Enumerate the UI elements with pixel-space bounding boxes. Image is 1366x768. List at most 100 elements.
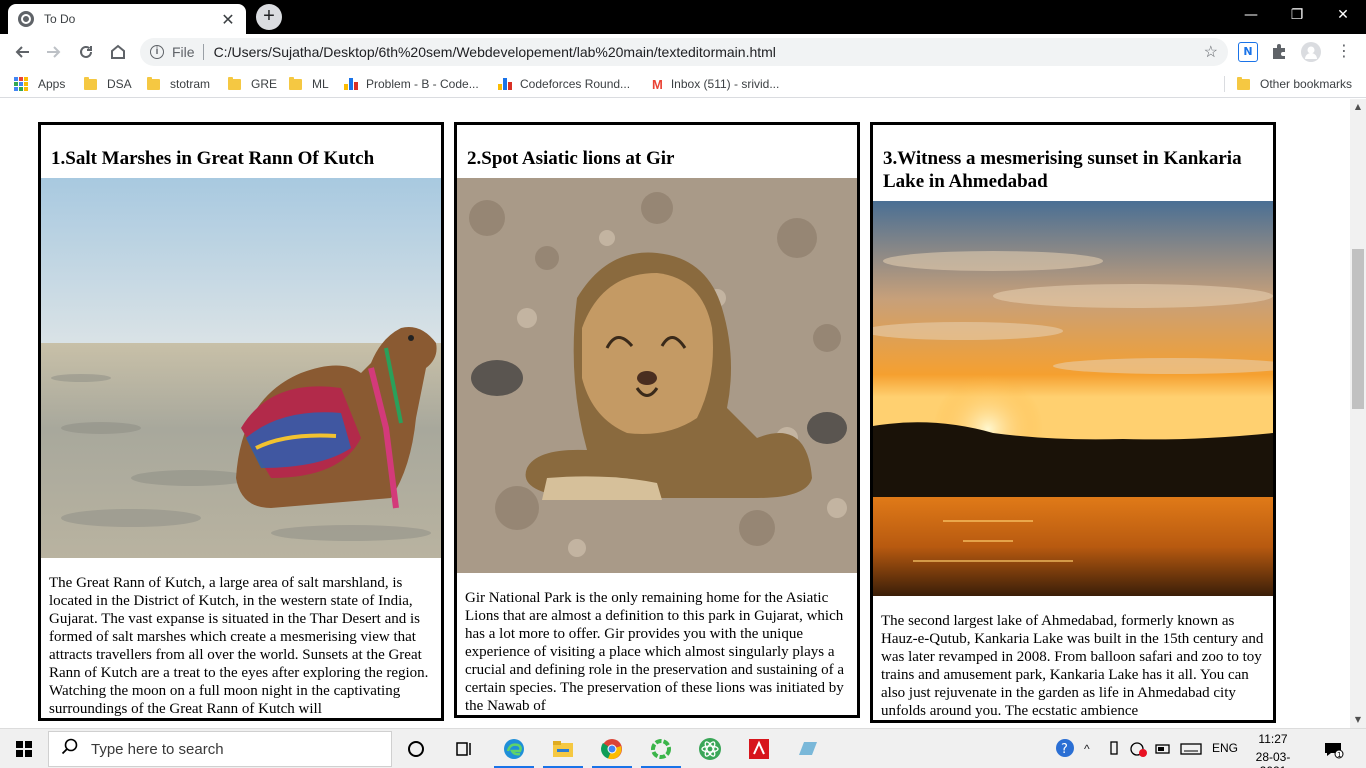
bookmark-apps[interactable]: Apps [14, 76, 65, 92]
bookmark-label: Codeforces Round... [520, 77, 631, 91]
windows-taskbar: Type here to search ? ^ ENG 11:27 28-03-… [0, 728, 1366, 768]
url-separator [202, 44, 204, 60]
extensions-puzzle-icon[interactable] [1270, 42, 1290, 62]
network-icon[interactable] [1128, 737, 1148, 761]
app-ring-icon[interactable] [649, 737, 673, 761]
windows-logo-icon [16, 741, 32, 757]
edge-icon[interactable] [502, 737, 526, 761]
folder-icon [228, 76, 241, 90]
atom-icon[interactable] [698, 737, 722, 761]
bookmark-ml[interactable]: ML [289, 76, 329, 92]
search-icon [61, 738, 79, 761]
bookmark-star-icon[interactable]: ☆ [1204, 42, 1218, 62]
bookmarks-divider [1224, 76, 1225, 92]
other-bookmarks[interactable]: Other bookmarks [1237, 76, 1352, 92]
battery-icon[interactable] [1154, 737, 1172, 761]
bookmark-problem-b[interactable]: Problem - B - Code... [344, 76, 479, 92]
help-icon[interactable]: ? [1054, 737, 1076, 761]
taskbar-search-box[interactable]: Type here to search [48, 731, 392, 767]
new-tab-button[interactable]: + [256, 4, 282, 30]
bookmark-label: Problem - B - Code... [366, 77, 479, 91]
camel-photo [41, 178, 441, 558]
codeforces-icon [498, 78, 512, 90]
home-icon [111, 44, 125, 59]
page-scrollbar[interactable]: ▲ ▼ [1350, 99, 1366, 728]
page-content: 1.Salt Marshes in Great Rann Of Kutch Th… [0, 99, 1350, 728]
maximize-button[interactable]: ❐ [1274, 0, 1320, 30]
title-bar: To Do ✕ + — ❐ ✕ [0, 0, 1366, 34]
url-scheme: File [172, 44, 195, 60]
info-icon[interactable]: i [150, 45, 164, 59]
apps-grid-icon [14, 77, 28, 91]
destination-card: 1.Salt Marshes in Great Rann Of Kutch Th… [38, 122, 444, 721]
bookmark-stotram[interactable]: stotram [147, 76, 210, 92]
folder-icon [289, 76, 302, 90]
globe-icon [18, 11, 34, 27]
bookmark-label: Other bookmarks [1260, 77, 1353, 91]
gmail-icon: M [652, 76, 663, 92]
file-explorer-icon[interactable] [551, 737, 575, 761]
cortana-icon[interactable] [404, 737, 428, 761]
menu-kebab-icon[interactable]: ⋮ [1334, 42, 1354, 62]
bookmark-label: ML [312, 77, 329, 91]
tab-title: To Do [44, 12, 76, 26]
chrome-icon[interactable] [600, 737, 624, 761]
bookmark-label: GRE [251, 77, 278, 91]
bookmark-label: DSA [107, 77, 132, 91]
profile-avatar-icon[interactable] [1301, 42, 1321, 62]
show-hidden-icons-icon[interactable]: ^ [1084, 737, 1098, 761]
codeforces-icon [344, 78, 358, 90]
bookmark-label: stotram [170, 77, 211, 91]
destination-card: 3.Witness a mesmerising sunset in Kankar… [870, 122, 1276, 723]
card-text: Gir National Park is the only remaining … [465, 590, 845, 714]
sunset-lake-photo [873, 201, 1273, 596]
keyboard-icon[interactable] [1180, 737, 1202, 761]
bookmark-dsa[interactable]: DSA [84, 76, 132, 92]
task-view-icon[interactable] [452, 737, 476, 761]
card-title: 1.Salt Marshes in Great Rann Of Kutch [51, 148, 375, 169]
url-text[interactable]: C:/Users/Sujatha/Desktop/6th%20sem/Webde… [214, 44, 1204, 60]
card-text: The second largest lake of Ahmedabad, fo… [881, 613, 1264, 719]
address-bar[interactable]: i File C:/Users/Sujatha/Desktop/6th%20se… [140, 38, 1228, 66]
language-indicator[interactable]: ENG [1212, 741, 1238, 755]
search-placeholder: Type here to search [91, 740, 224, 758]
card-title: 3.Witness a mesmerising sunset in Kankar… [883, 148, 1242, 192]
forward-button[interactable] [40, 38, 68, 66]
bookmark-label: Inbox (511) - srivid... [670, 77, 780, 91]
bookmark-inbox[interactable]: M Inbox (511) - srivid... [652, 76, 779, 92]
reload-button[interactable] [72, 38, 100, 66]
forward-arrow-icon [47, 46, 61, 58]
pen-icon[interactable] [1106, 737, 1122, 761]
folder-icon [84, 76, 97, 90]
bookmark-codeforces-round[interactable]: Codeforces Round... [498, 76, 630, 92]
svg-text:?: ? [1061, 742, 1068, 757]
reload-icon [80, 45, 92, 58]
minimize-button[interactable]: — [1228, 0, 1274, 30]
bookmark-label: Apps [38, 77, 66, 91]
back-arrow-icon [15, 46, 29, 58]
acrobat-icon[interactable] [747, 737, 771, 761]
scroll-up-arrow-icon[interactable]: ▲ [1350, 99, 1366, 115]
browser-tab[interactable]: To Do ✕ [8, 4, 246, 34]
browser-toolbar: i File C:/Users/Sujatha/Desktop/6th%20se… [0, 34, 1366, 70]
app-board-icon[interactable] [796, 737, 820, 761]
scrolled-off-text [0, 99, 1350, 103]
back-button[interactable] [8, 38, 36, 66]
folder-icon [1237, 76, 1250, 90]
card-text: The Great Rann of Kutch, a large area of… [49, 575, 429, 717]
extension-n-icon[interactable]: N [1238, 42, 1258, 62]
close-window-button[interactable]: ✕ [1320, 0, 1366, 30]
folder-icon [147, 76, 160, 90]
start-button[interactable] [0, 729, 48, 768]
destination-card: 2.Spot Asiatic lions at Gir Gir National… [454, 122, 860, 718]
bookmark-gre[interactable]: GRE [228, 76, 277, 92]
scroll-thumb[interactable] [1352, 249, 1364, 409]
scroll-down-arrow-icon[interactable]: ▼ [1350, 712, 1366, 728]
clock-time[interactable]: 11:27 [1250, 732, 1296, 746]
clock-date[interactable]: 28-03-2021 [1244, 750, 1302, 768]
home-button[interactable] [104, 38, 132, 66]
lion-photo [457, 178, 857, 573]
tab-close-icon[interactable]: ✕ [220, 10, 236, 29]
card-title: 2.Spot Asiatic lions at Gir [467, 148, 675, 169]
notifications-icon[interactable]: 1 [1322, 737, 1344, 761]
